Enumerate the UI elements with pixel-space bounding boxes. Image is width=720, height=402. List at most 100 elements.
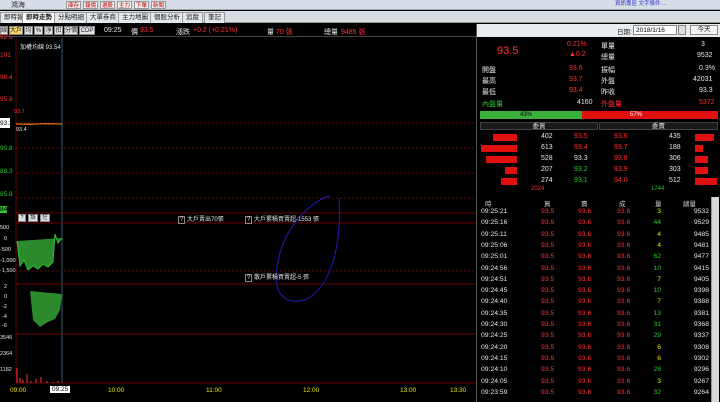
tick-row[interactable]: 09:24:35 93.5 93.6 93.6 13 9381 <box>479 310 709 319</box>
tick-time: 09:24:40 <box>481 298 508 306</box>
col-bid: 買 <box>544 201 551 208</box>
date-input[interactable] <box>633 25 677 35</box>
tick-row[interactable]: 09:24:05 93.5 93.6 93.6 3 9267 <box>479 378 709 387</box>
tab-big-order-broker[interactable]: 大單券商 <box>86 12 120 23</box>
tab-track[interactable]: 追蹤 <box>182 12 203 23</box>
tick-row[interactable]: 09:23:59 93.5 93.6 93.6 32 9264 <box>479 389 709 398</box>
tick-volume: 7 <box>657 298 661 306</box>
price-distribution-toggle[interactable]: 分價 <box>64 26 78 35</box>
bigbuy-settings-button[interactable]: 設 <box>28 214 38 222</box>
main-force-button[interactable]: 主力 <box>117 1 133 9</box>
tick-total: 9308 <box>693 343 709 351</box>
tick-bid: 93.5 <box>541 309 555 317</box>
cdp-toggle[interactable]: CDP <box>79 26 95 35</box>
retail-tick-0: 0 <box>4 294 8 300</box>
average-toggle[interactable]: 均 <box>24 26 33 35</box>
tab-notes[interactable]: 筆記 <box>204 12 225 23</box>
tick-ask: 93.6 <box>578 275 592 283</box>
tick-total: 9337 <box>693 332 709 340</box>
change-amount: ▲0.2 <box>569 51 586 58</box>
low-label: 最低 <box>482 89 496 96</box>
inner-volume: 4160 <box>577 99 593 106</box>
time-tick-1200: 12:00 <box>303 387 320 394</box>
tick-total: 9296 <box>693 366 709 374</box>
top-links[interactable]: 資訊專區 文字條件 ... <box>615 0 667 9</box>
bid-qty: 528 <box>541 155 553 162</box>
stock-button[interactable]: 庫存 <box>66 1 82 9</box>
percent-toggle[interactable]: % <box>34 26 43 35</box>
tick-ask: 93.6 <box>578 208 592 215</box>
tab-stock-analysis[interactable]: 個股分析 <box>150 12 184 23</box>
deduct-toggle[interactable]: 扣 <box>54 26 63 35</box>
tick-ask: 93.6 <box>578 298 592 306</box>
screener-button[interactable]: 選股 <box>100 1 116 9</box>
ask-price: 93.9 <box>614 166 628 173</box>
net-toggle[interactable]: 淨 <box>44 26 53 35</box>
tick-total: 9529 <box>693 219 709 227</box>
tick-ask: 93.6 <box>578 253 592 261</box>
date-bar: 日期: 今天 <box>477 24 720 37</box>
col-ask: 賣 <box>581 201 588 208</box>
tick-trade: 93.6 <box>617 219 631 227</box>
y-tick-98: 98.4 <box>0 74 13 81</box>
tick-row[interactable]: 09:24:40 93.5 93.6 93.6 7 9388 <box>479 298 709 307</box>
tick-trade: 93.6 <box>617 275 631 283</box>
tick-row[interactable]: 09:24:30 93.5 93.6 93.6 31 9368 <box>479 321 709 330</box>
bigbuy-tick-500: 500 <box>0 225 10 231</box>
tick-time: 09:24:05 <box>481 377 508 385</box>
tick-ask: 93.6 <box>578 287 592 295</box>
tick-volume: 3 <box>657 208 661 215</box>
marker-price-high: 93.7 <box>14 109 25 115</box>
app-title: 鴻海 <box>11 2 25 9</box>
tab-branch-detail[interactable]: 分點明細 <box>54 12 88 23</box>
tick-row[interactable]: 09:24:45 93.5 93.6 93.6 10 9398 <box>479 287 709 296</box>
price-label: 價 <box>131 29 138 36</box>
quote-button[interactable]: 報價 <box>83 1 99 9</box>
y-tick-93: 93.3 <box>0 120 13 127</box>
tick-row[interactable]: 09:25:01 93.5 93.6 93.6 62 9477 <box>479 253 709 262</box>
tick-row[interactable]: 09:24:20 93.5 93.6 93.6 6 9308 <box>479 344 709 353</box>
tick-bid: 93.5 <box>541 219 555 227</box>
tick-ask: 93.6 <box>578 219 592 227</box>
tick-total: 9477 <box>693 253 709 261</box>
today-button[interactable]: 今天 <box>690 25 718 35</box>
ask-depth-bar <box>695 167 709 174</box>
tick-time: 09:25:16 <box>481 219 508 227</box>
bigbuy-mode-button[interactable]: 狂 <box>40 214 50 222</box>
calendar-dropdown-icon[interactable] <box>678 25 686 35</box>
time-tick-1000: 10:00 <box>108 387 125 394</box>
tick-total: 9485 <box>693 230 709 238</box>
tick-row[interactable]: 09:25:16 93.5 93.6 93.6 44 9529 <box>479 219 709 228</box>
bid-price: 93.2 <box>574 166 588 173</box>
tick-row[interactable]: 09:24:15 93.5 93.6 93.6 6 9302 <box>479 355 709 364</box>
intraday-chart[interactable]: 加權均線 93.54 92.5 101 98.4 95.8 93.3 90.8 … <box>0 34 476 402</box>
tick-total: 9481 <box>693 241 709 249</box>
retail-tick-m6: -6 <box>2 323 7 329</box>
bigbuy-help-button[interactable]: ? <box>18 214 26 222</box>
tick-table-scrollbar[interactable] <box>711 197 719 402</box>
tick-time: 09:24:30 <box>481 321 508 328</box>
price-value: 93.5 <box>140 27 154 34</box>
news-button[interactable]: 新聞 <box>151 1 167 9</box>
tick-trade: 93.6 <box>617 241 631 249</box>
tick-trade: 93.6 <box>617 230 631 238</box>
tick-volume: 44 <box>653 219 661 227</box>
tick-volume: 32 <box>653 388 661 396</box>
tick-row[interactable]: 09:24:25 93.5 93.6 93.6 29 9337 <box>479 332 709 341</box>
tick-volume: 62 <box>653 253 661 261</box>
order-button[interactable]: 下單 <box>134 1 150 9</box>
tick-row[interactable]: 09:25:21 93.5 93.6 93.6 3 9532 <box>479 208 709 217</box>
outer-volume-label: 外盤量 <box>601 101 622 108</box>
tab-main-force-map[interactable]: 主力地圖 <box>118 12 152 23</box>
total-volume-label-r: 總量 <box>601 54 615 61</box>
tick-row[interactable]: 09:24:10 93.5 93.6 93.6 28 9296 <box>479 366 709 375</box>
vol-tick-1182: 1182 <box>0 367 12 373</box>
tick-row[interactable]: 09:25:11 93.5 93.6 93.6 4 9485 <box>479 231 709 240</box>
tick-row[interactable]: 09:24:51 93.5 93.6 93.6 7 9405 <box>479 276 709 285</box>
tick-row[interactable]: 09:25:06 93.5 93.6 93.6 4 9481 <box>479 242 709 251</box>
bid-depth-bar <box>481 145 517 152</box>
tab-realtime-trend[interactable]: 即時走勢 <box>22 12 56 23</box>
ask-header: 委賣 <box>599 122 718 130</box>
retail-tick-m4: -4 <box>2 314 7 320</box>
tick-row[interactable]: 09:24:56 93.5 93.6 93.6 10 9415 <box>479 265 709 274</box>
